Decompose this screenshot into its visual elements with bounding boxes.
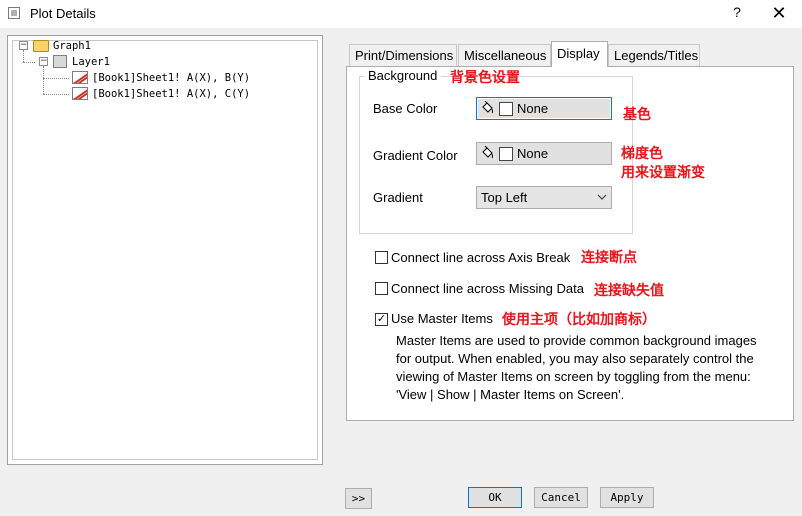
- gradient-color-value: None: [517, 146, 549, 161]
- use-master-items-checkbox[interactable]: ✓: [375, 313, 388, 326]
- use-master-items-label[interactable]: Use Master Items: [391, 311, 493, 326]
- layer-icon: [53, 55, 67, 68]
- gradient-select[interactable]: Top Left: [476, 186, 612, 209]
- tab-print-dimensions[interactable]: Print/Dimensions: [349, 44, 457, 66]
- connect-missing-data-label[interactable]: Connect line across Missing Data: [391, 281, 584, 296]
- use-master-items-annotation: 使用主项（比如加商标）: [502, 312, 656, 328]
- connect-axis-break-annotation: 连接断点: [581, 250, 637, 266]
- expand-button[interactable]: >>: [345, 488, 372, 509]
- cancel-button[interactable]: Cancel: [534, 487, 588, 508]
- layer-expander-icon[interactable]: −: [39, 57, 48, 66]
- color-swatch: [499, 102, 513, 116]
- gradient-color-label: Gradient Color: [373, 148, 458, 163]
- base-color-label: Base Color: [373, 101, 438, 116]
- gradient-color-annotation: 梯度色: [621, 146, 663, 162]
- connect-axis-break-checkbox[interactable]: [375, 251, 388, 264]
- description-line: Master Items are used to provide common …: [396, 333, 757, 348]
- connect-missing-data-annotation: 连接缺失值: [594, 283, 664, 299]
- tree-view[interactable]: [12, 40, 318, 460]
- check-mark-icon: ✓: [376, 313, 387, 325]
- plot-icon: [72, 87, 88, 100]
- master-items-description: Master Items are used to provide common …: [396, 332, 786, 404]
- tab-miscellaneous[interactable]: Miscellaneous: [458, 44, 551, 66]
- ok-button[interactable]: OK: [468, 487, 522, 508]
- connect-axis-break-label[interactable]: Connect line across Axis Break: [391, 250, 570, 265]
- tree-connector: [43, 66, 44, 94]
- tree-item-plot[interactable]: [Book1]Sheet1! A(X), C(Y): [92, 86, 250, 102]
- gradient-color-button[interactable]: None: [476, 142, 612, 165]
- title-bar: [0, 0, 802, 28]
- tree-connector: [43, 78, 69, 79]
- tree-item-graph[interactable]: Graph1: [53, 38, 91, 54]
- description-line: 'View | Show | Master Items on Screen'.: [396, 387, 625, 402]
- graph-expander-icon[interactable]: −: [19, 41, 28, 50]
- gradient-color-annotation-2: 用来设置渐变: [621, 165, 705, 181]
- help-button[interactable]: ?: [729, 4, 745, 22]
- app-icon: [8, 7, 20, 19]
- gradient-label: Gradient: [373, 190, 423, 205]
- base-color-value: None: [517, 101, 549, 116]
- folder-icon: [33, 40, 49, 52]
- plot-icon: [72, 71, 88, 84]
- paint-bucket-icon: [480, 100, 494, 115]
- base-color-annotation: 基色: [623, 107, 651, 123]
- connect-missing-data-checkbox[interactable]: [375, 282, 388, 295]
- description-line: viewing of Master Items on screen by tog…: [396, 369, 751, 384]
- base-color-button[interactable]: None: [476, 97, 612, 120]
- paint-bucket-icon: [480, 145, 494, 160]
- apply-button[interactable]: Apply: [600, 487, 654, 508]
- window-title: Plot Details: [30, 6, 96, 21]
- close-button[interactable]: ✕: [768, 2, 790, 24]
- description-line: for output. When enabled, you may also s…: [396, 351, 754, 366]
- tree-item-plot[interactable]: [Book1]Sheet1! A(X), B(Y): [92, 70, 250, 86]
- background-annotation: 背景色设置: [450, 70, 520, 86]
- tree-connector: [23, 50, 24, 62]
- tree-connector: [23, 62, 35, 63]
- tree-item-layer[interactable]: Layer1: [72, 54, 110, 70]
- tab-legends-titles[interactable]: Legends/Titles: [608, 44, 700, 66]
- tree-connector: [43, 94, 69, 95]
- gradient-select-value: Top Left: [481, 190, 528, 205]
- tab-display[interactable]: Display: [551, 41, 608, 67]
- background-group-title: Background: [364, 68, 442, 83]
- chevron-down-icon: [597, 187, 607, 216]
- color-swatch: [499, 147, 513, 161]
